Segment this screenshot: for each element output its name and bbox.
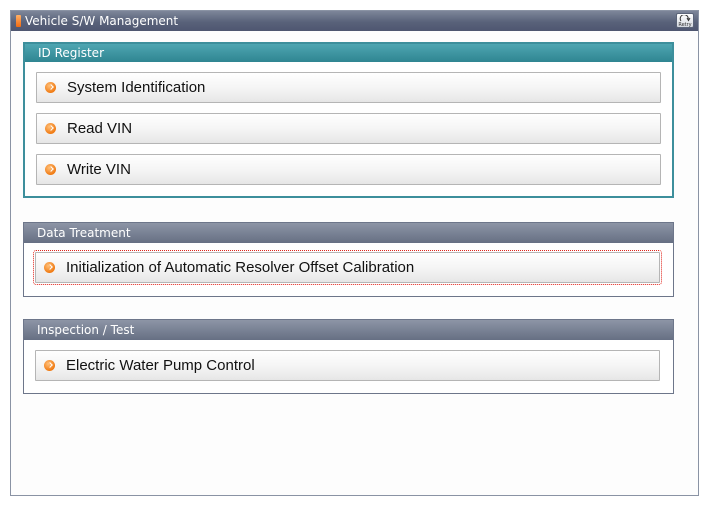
id-register-panel: ID Register System Identification Read V… bbox=[23, 42, 674, 198]
item-label: Read VIN bbox=[67, 120, 133, 137]
data-treatment-header: Data Treatment bbox=[24, 223, 673, 243]
retry-label: Retry bbox=[678, 22, 692, 28]
inspection-test-header: Inspection / Test bbox=[24, 320, 673, 340]
inspection-test-panel: Inspection / Test Electric Water Pump Co… bbox=[23, 319, 674, 394]
write-vin-button[interactable]: Write VIN bbox=[36, 154, 661, 185]
arrow-bullet-icon bbox=[44, 262, 55, 273]
window-title: Vehicle S/W Management bbox=[25, 14, 179, 28]
window-titlebar: Vehicle S/W Management Retry bbox=[11, 11, 698, 31]
id-register-header: ID Register bbox=[25, 44, 672, 62]
item-label: System Identification bbox=[67, 79, 206, 96]
item-label: Electric Water Pump Control bbox=[66, 357, 255, 374]
title-marker-icon bbox=[16, 15, 21, 27]
retry-button[interactable]: Retry bbox=[676, 13, 694, 28]
system-identification-button[interactable]: System Identification bbox=[36, 72, 661, 103]
electric-water-pump-control-button[interactable]: Electric Water Pump Control bbox=[35, 350, 660, 381]
read-vin-button[interactable]: Read VIN bbox=[36, 113, 661, 144]
item-label: Initialization of Automatic Resolver Off… bbox=[66, 259, 415, 276]
arrow-bullet-icon bbox=[44, 360, 55, 371]
resolver-offset-calibration-button[interactable]: Initialization of Automatic Resolver Off… bbox=[33, 250, 662, 285]
arrow-bullet-icon bbox=[45, 82, 56, 93]
arrow-bullet-icon bbox=[45, 164, 56, 175]
arrow-bullet-icon bbox=[45, 123, 56, 134]
vehicle-sw-management-window: Vehicle S/W Management Retry ID Register… bbox=[10, 10, 699, 496]
data-treatment-panel: Data Treatment Initialization of Automat… bbox=[23, 222, 674, 297]
item-label: Write VIN bbox=[67, 161, 131, 178]
